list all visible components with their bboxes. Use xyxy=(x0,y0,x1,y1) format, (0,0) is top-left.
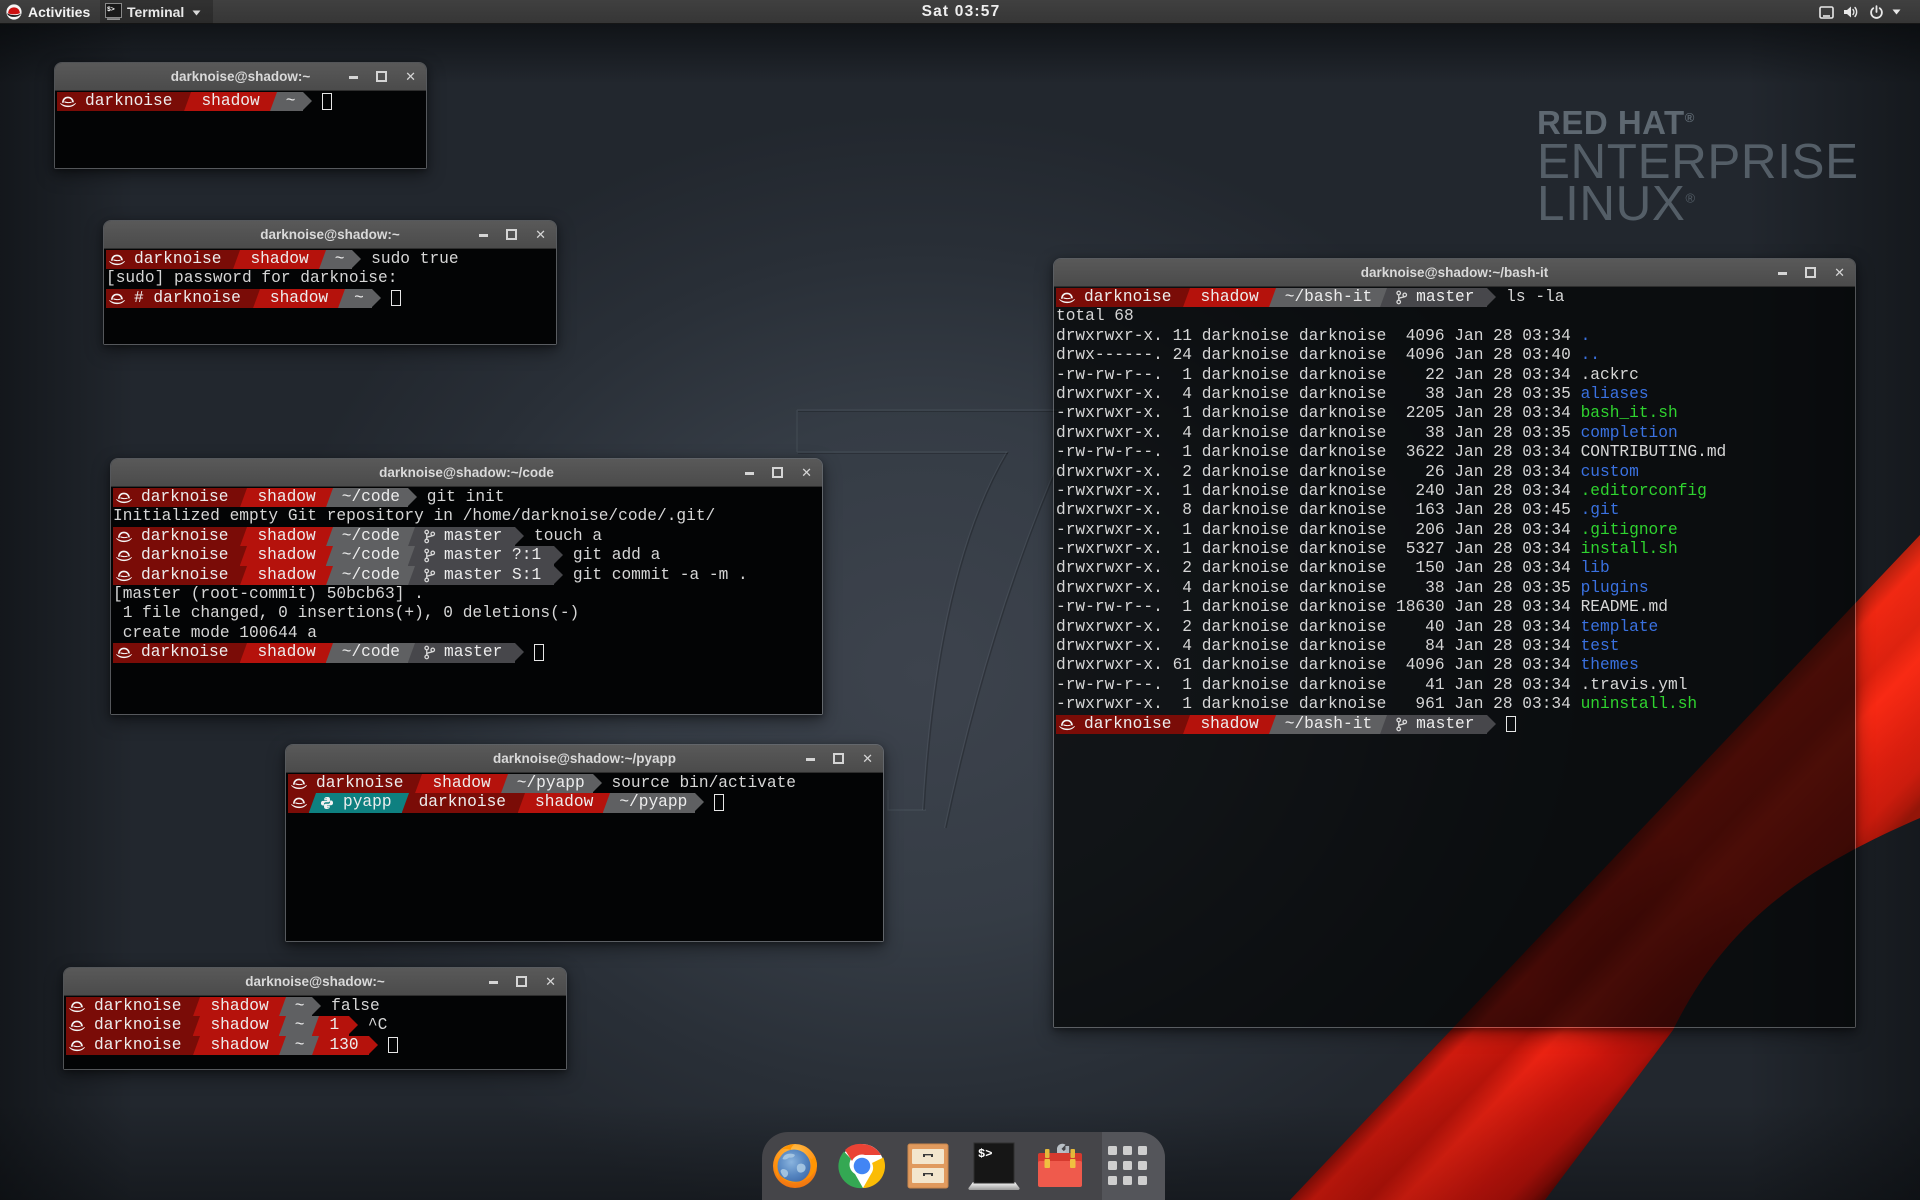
svg-text:$>: $> xyxy=(978,1147,992,1161)
svg-text:$>: $> xyxy=(107,6,115,13)
